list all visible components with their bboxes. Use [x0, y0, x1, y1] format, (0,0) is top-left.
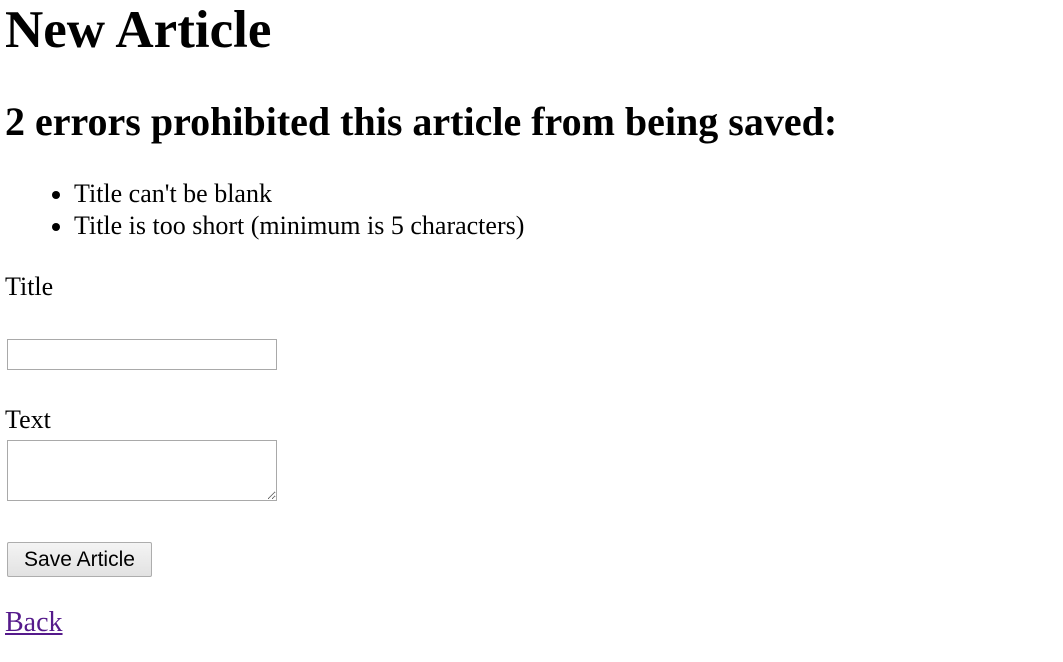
page-title: New Article [5, 1, 272, 59]
text-textarea[interactable] [7, 440, 277, 501]
error-message: Title is too short (minimum is 5 charact… [74, 210, 524, 242]
error-list: Title can't be blank Title is too short … [5, 178, 524, 242]
save-article-button[interactable]: Save Article [7, 542, 152, 577]
text-label: Text [5, 405, 51, 434]
title-label: Title [5, 272, 54, 301]
back-link[interactable]: Back [5, 606, 63, 640]
title-input[interactable] [7, 339, 277, 370]
error-heading: 2 errors prohibited this article from be… [5, 99, 838, 144]
error-message: Title can't be blank [74, 178, 524, 210]
